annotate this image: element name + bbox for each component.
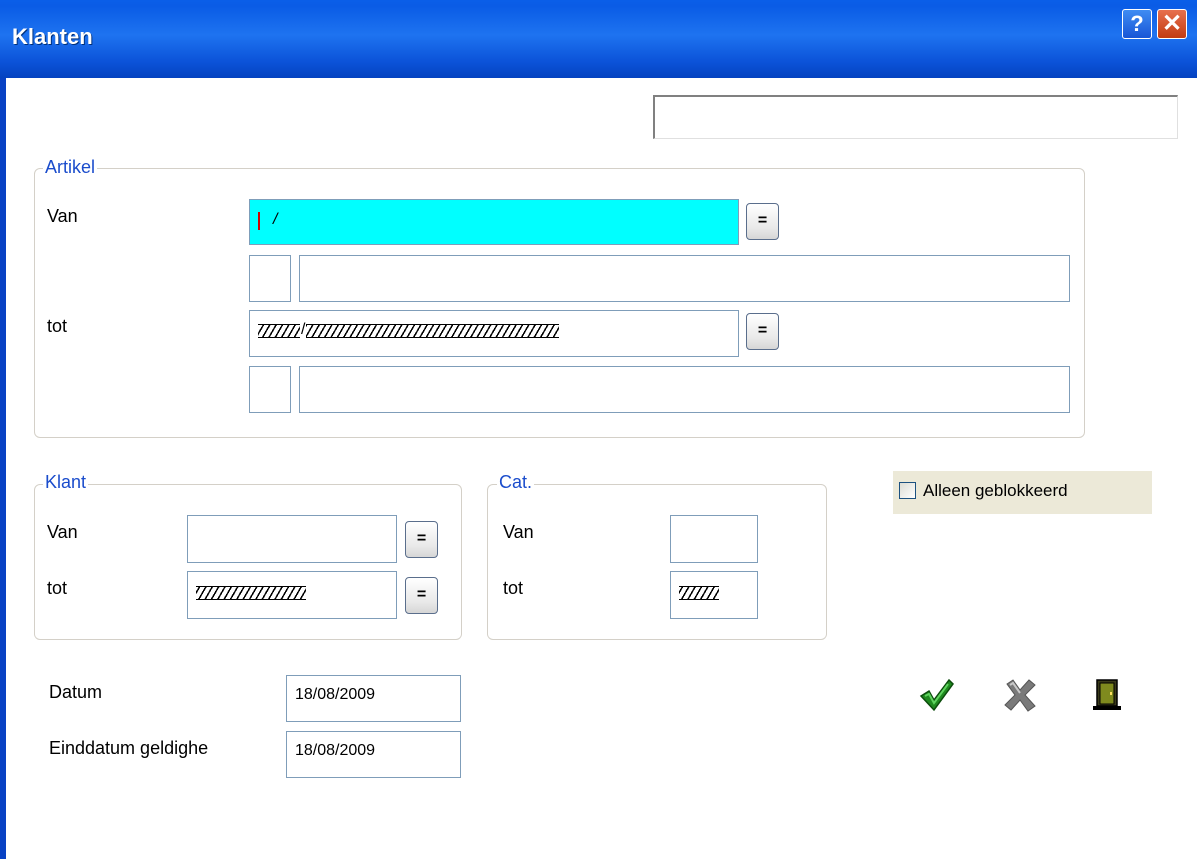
artikel-tot-filler-prefix: [258, 324, 300, 338]
klant-van-label: Van: [47, 522, 78, 542]
artikel-van-lookup-button[interactable]: =: [746, 203, 779, 240]
datum-input[interactable]: 18/08/2009: [286, 675, 461, 722]
door-icon[interactable]: [1091, 678, 1125, 712]
artikel-tot-separator: /: [301, 321, 306, 338]
cat-van-input[interactable]: [670, 515, 758, 563]
title-bar: Klanten ? ✕: [0, 0, 1197, 78]
artikel-tot-code-field[interactable]: [249, 366, 291, 413]
artikel-legend: Artikel: [43, 157, 98, 178]
artikel-tot-input[interactable]: /: [249, 310, 739, 357]
checkmark-icon[interactable]: [917, 676, 955, 714]
einddatum-label: Einddatum geldighe: [49, 738, 209, 758]
artikel-van-description-field[interactable]: [299, 255, 1070, 302]
window-left-border: [0, 78, 6, 859]
help-button[interactable]: ?: [1122, 9, 1152, 39]
x-icon[interactable]: [1001, 676, 1039, 714]
alleen-geblokkeerd-option[interactable]: Alleen geblokkeerd: [893, 471, 1152, 514]
artikel-tot-description-field[interactable]: [299, 366, 1070, 413]
window-title: Klanten: [12, 24, 93, 49]
close-button[interactable]: ✕: [1157, 9, 1187, 39]
artikel-van-input[interactable]: /: [249, 199, 739, 245]
alleen-geblokkeerd-checkbox[interactable]: [899, 482, 916, 499]
cat-legend: Cat.: [497, 472, 535, 493]
cat-tot-filler: [679, 586, 719, 600]
artikel-van-label: Van: [47, 206, 78, 226]
cat-group: [487, 484, 827, 640]
cat-van-label: Van: [503, 522, 534, 542]
klant-van-lookup-button[interactable]: =: [405, 521, 438, 558]
artikel-van-separator: /: [273, 211, 278, 228]
klant-van-input[interactable]: [187, 515, 397, 563]
cat-tot-label: tot: [503, 578, 524, 598]
artikel-tot-label: tot: [47, 316, 68, 336]
klant-tot-lookup-button[interactable]: =: [405, 577, 438, 614]
text-cursor: [258, 212, 260, 230]
top-input-field[interactable]: [653, 95, 1178, 139]
klant-tot-filler: [196, 586, 306, 600]
cat-tot-input[interactable]: [670, 571, 758, 619]
klant-tot-input[interactable]: [187, 571, 397, 619]
klant-legend: Klant: [43, 472, 89, 493]
klant-tot-label: tot: [47, 578, 68, 598]
datum-label: Datum: [49, 682, 103, 702]
artikel-van-code-field[interactable]: [249, 255, 291, 302]
einddatum-input[interactable]: 18/08/2009: [286, 731, 461, 778]
alleen-geblokkeerd-label: Alleen geblokkeerd: [923, 481, 1068, 500]
artikel-tot-filler-suffix: [306, 324, 560, 338]
artikel-tot-lookup-button[interactable]: =: [746, 313, 779, 350]
